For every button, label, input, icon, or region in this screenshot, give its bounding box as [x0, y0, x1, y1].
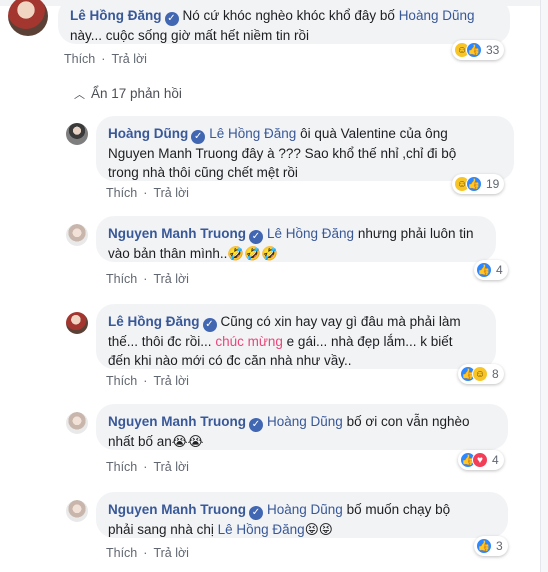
reaction-count: 3	[496, 539, 503, 553]
author-name[interactable]: Nguyen Manh Truong	[108, 502, 246, 517]
like-icon: 👍	[466, 176, 482, 192]
haha-icon: ☺	[472, 366, 488, 382]
author-name[interactable]: Hoàng Dũng	[108, 126, 188, 141]
reply-link[interactable]: Trả lời	[153, 272, 189, 286]
like-link[interactable]: Thích	[106, 460, 137, 474]
mention-link[interactable]: Hoàng Dũng	[267, 414, 343, 429]
comment-actions: Thích · Trả lời	[106, 460, 189, 474]
like-link[interactable]: Thích	[106, 546, 137, 560]
comment-actions: Thích · Trả lời	[106, 546, 189, 560]
comment-text: Cũng có xin hay vay gì đâu mà phải làm	[220, 314, 461, 329]
avatar[interactable]	[8, 0, 48, 36]
comment-text: nhất bố an😭😭	[108, 434, 204, 449]
comment-text: Nguyen Manh Truong đây à ??? Sao khổ thế…	[108, 146, 457, 161]
comment-text: e gái... nhà đẹp lắm... k biết	[286, 334, 453, 349]
verified-badge-icon: ✓	[249, 506, 263, 520]
reaction-summary[interactable]: ☺ 👍 19	[452, 174, 505, 194]
like-icon: 👍	[466, 42, 482, 58]
avatar[interactable]	[66, 412, 88, 434]
reaction-summary[interactable]: ☺ 👍 33	[452, 40, 505, 60]
comment-text: trong nhà thôi cũng chết mệt rồi	[108, 165, 298, 180]
verified-badge-icon: ✓	[164, 12, 179, 26]
love-icon: ♥	[472, 452, 488, 468]
avatar[interactable]	[66, 500, 88, 522]
reply-link[interactable]: Trả lời	[153, 186, 189, 200]
chevron-up-icon: ︿	[74, 89, 85, 101]
author-name[interactable]: Lê Hồng Đăng	[70, 8, 162, 23]
comment-text: đến khi nào mới có đc căn nhà như vầy..	[108, 353, 352, 368]
comment-bubble: Nguyen Manh Truong ✓ Hoàng Dũng bố muốn ch…	[96, 492, 508, 538]
reaction-count: 33	[486, 43, 500, 57]
like-link[interactable]: Thích	[106, 374, 137, 388]
comment-bubble: Lê Hồng Đăng ✓ Nó cứ khóc nghèo khóc khổ đ…	[58, 0, 510, 44]
reply-link[interactable]: Trả lời	[153, 460, 189, 474]
reaction-count: 4	[492, 453, 499, 467]
verified-badge-icon: ✓	[249, 418, 263, 432]
comment-text: nhưng phải luôn tin	[357, 226, 474, 241]
scrollbar-track[interactable]	[540, 0, 548, 572]
reaction-summary[interactable]: 👍 3	[474, 536, 508, 556]
comment-text: phải sang nhà chị	[108, 522, 214, 537]
comment-text: bố ơi con vẫn nghèo	[346, 414, 470, 429]
comment-bubble: Hoàng Dũng ✓ Lê Hồng Đăng ôi quà Valentine…	[96, 116, 514, 181]
comment-bubble: Nguyen Manh Truong ✓ Hoàng Dũng bố ơi con …	[96, 404, 508, 450]
mention-link[interactable]: Lê Hồng Đăng	[218, 522, 305, 537]
verified-badge-icon: ✓	[191, 130, 206, 144]
highlight-text: chúc mừng	[215, 334, 283, 349]
mention-link[interactable]: Lê Hồng Đăng	[267, 226, 354, 241]
reply-link[interactable]: Trả lời	[153, 546, 189, 560]
author-name[interactable]: Nguyen Manh Truong	[108, 414, 246, 429]
comment-actions: Thích · Trả lời	[64, 52, 147, 66]
comment-actions: Thích · Trả lời	[106, 272, 189, 286]
avatar[interactable]	[66, 224, 88, 246]
like-icon: 👍	[476, 262, 492, 278]
reaction-count: 19	[486, 177, 500, 191]
comment-text: 😝😝	[304, 522, 333, 537]
comment-text: Nó cứ khóc nghèo khóc khổ đây bố	[182, 8, 395, 23]
author-name[interactable]: Nguyen Manh Truong	[108, 226, 246, 241]
mention-link[interactable]: Hoàng Dũng	[267, 502, 343, 517]
comment-text: bố muốn chạy bộ	[346, 502, 451, 517]
reaction-summary[interactable]: 👍 4	[474, 260, 508, 280]
reaction-summary[interactable]: 👍 ☺ 8	[458, 364, 504, 384]
comment-bubble: Nguyen Manh Truong ✓ Lê Hồng Đăng nhưng ph…	[96, 216, 496, 262]
avatar[interactable]	[66, 312, 88, 334]
reply-link[interactable]: Trả lời	[153, 374, 189, 388]
comment-bubble: Lê Hồng Đăng ✓ Cũng có xin hay vay gì đâu …	[96, 304, 496, 369]
mention-link[interactable]: Lê Hồng Đăng	[209, 126, 296, 141]
comment-text: này... cuộc sống giờ mất hết niềm tin rồ…	[70, 28, 309, 43]
reply-link[interactable]: Trả lời	[111, 52, 147, 66]
comment-actions: Thích · Trả lời	[106, 374, 189, 388]
avatar[interactable]	[66, 123, 88, 145]
mention-link[interactable]: Hoàng Dũng	[399, 8, 475, 23]
comment-text: thế... thôi đc rồi...	[108, 334, 212, 349]
reaction-count: 4	[496, 263, 503, 277]
reaction-summary[interactable]: 👍 ♥ 4	[458, 450, 504, 470]
hide-replies-toggle[interactable]: ︿ Ẩn 17 phản hồi	[74, 86, 182, 102]
like-icon: 👍	[476, 538, 492, 554]
like-link[interactable]: Thích	[106, 186, 137, 200]
verified-badge-icon: ✓	[249, 230, 263, 244]
verified-badge-icon: ✓	[202, 318, 217, 332]
reaction-count: 8	[492, 367, 499, 381]
author-name[interactable]: Lê Hồng Đăng	[108, 314, 200, 329]
comment-actions: Thích · Trả lời	[106, 186, 189, 200]
like-link[interactable]: Thích	[64, 52, 95, 66]
hide-replies-label: Ẩn 17 phản hồi	[91, 86, 182, 101]
like-link[interactable]: Thích	[106, 272, 137, 286]
comment-text: ôi quà Valentine của ông	[300, 126, 448, 141]
comment-text: vào bản thân mình..🤣🤣🤣	[108, 246, 278, 261]
